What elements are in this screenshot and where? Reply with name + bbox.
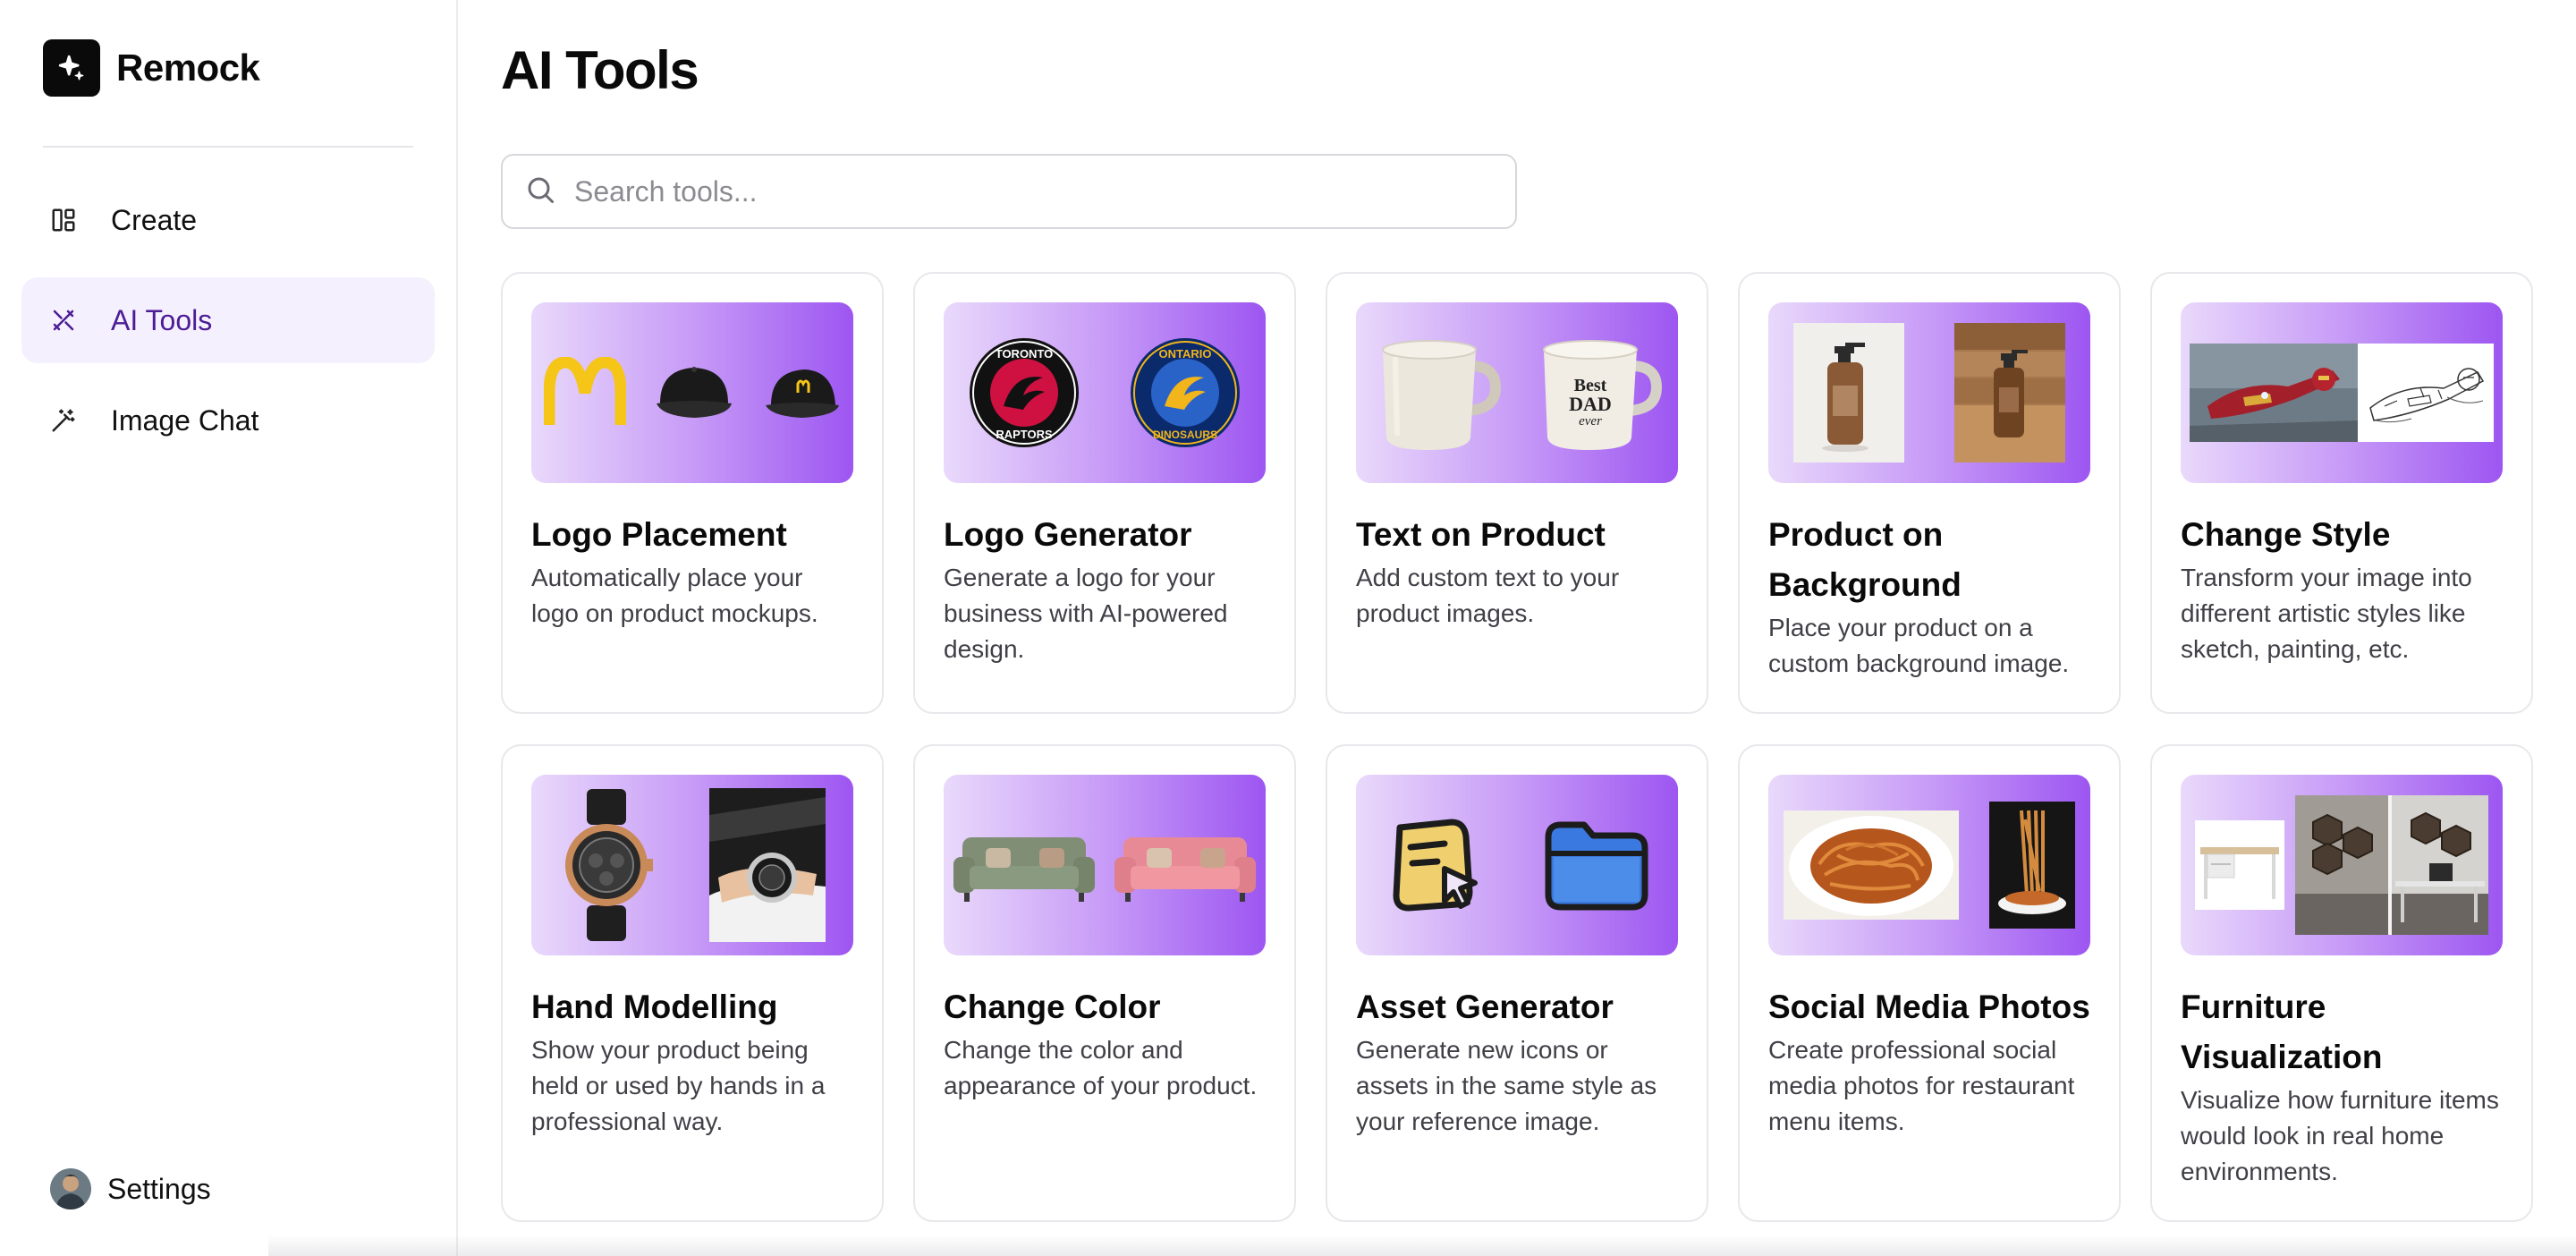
bottom-scroll-shadow — [268, 1235, 2576, 1256]
pink-sofa-image — [1114, 837, 1256, 902]
raptors-logo-icon: TORONTO RAPTORS — [970, 338, 1079, 447]
soap-bottle-white-bg-image — [1793, 323, 1904, 463]
brand-name: Remock — [116, 47, 260, 89]
sidebar-divider — [43, 146, 413, 148]
iron-man-sketch-image — [2358, 344, 2494, 442]
magic-wand-icon — [48, 405, 79, 436]
black-cap-icon — [657, 367, 732, 418]
tools-grid: Logo Placement Automatically place your … — [501, 272, 2533, 1222]
tool-thumbnail: Best DAD ever — [1356, 302, 1678, 483]
folder-icon — [1545, 821, 1648, 911]
tool-card-change-color[interactable]: Change Color Change the color and appear… — [913, 744, 1296, 1222]
mug-text-line3: ever — [1579, 414, 1602, 429]
settings-label: Settings — [107, 1172, 211, 1205]
iron-man-photo-image — [2190, 344, 2358, 442]
tools-icon — [48, 305, 79, 335]
search-box[interactable] — [501, 154, 1517, 229]
brand[interactable]: Remock — [43, 39, 260, 97]
tool-thumbnail — [2181, 775, 2503, 955]
sidebar-item-label: Create — [111, 203, 198, 236]
black-cap-logo-icon — [766, 369, 839, 418]
tool-description: Generate new icons or assets in the same… — [1356, 1036, 1657, 1135]
avatar — [50, 1168, 91, 1209]
layout-icon — [48, 205, 79, 235]
tool-card-logo-generator[interactable]: TORONTO RAPTORS ONTARIO DINOSAURS Logo G… — [913, 272, 1296, 714]
sidebar-nav: Create AI Tools Image Chat — [21, 177, 435, 478]
sidebar-item-ai-tools[interactable]: AI Tools — [21, 277, 435, 363]
tool-title: Asset Generator — [1356, 989, 1614, 1025]
dinosaurs-logo-icon: ONTARIO DINOSAURS — [1131, 338, 1240, 447]
tool-description: Add custom text to your product images. — [1356, 564, 1620, 627]
tool-thumbnail: TORONTO RAPTORS ONTARIO DINOSAURS — [944, 302, 1266, 483]
tool-title: Hand Modelling — [531, 989, 778, 1025]
search-icon — [524, 174, 556, 210]
tool-title: Product on Background — [1768, 516, 1962, 603]
soap-bottle-wood-bg-image — [1954, 323, 2065, 463]
tool-description: Create professional social media photos … — [1768, 1036, 2075, 1135]
tool-thumbnail — [944, 775, 1266, 955]
desk-product-image — [2195, 820, 2284, 910]
watch-on-wrist-image — [708, 788, 826, 942]
tool-description: Visualize how furniture items would look… — [2181, 1086, 2499, 1185]
tool-thumbnail — [2181, 302, 2503, 483]
dinosaurs-top-text: ONTARIO — [1159, 347, 1212, 361]
tool-description: Place your product on a custom backgroun… — [1768, 614, 2070, 677]
tool-title: Change Color — [944, 989, 1161, 1025]
sidebar-item-create[interactable]: Create — [21, 177, 435, 263]
tool-card-change-style[interactable]: Change Style Transform your image into d… — [2150, 272, 2533, 714]
tool-thumbnail — [1356, 775, 1678, 955]
green-sofa-image — [953, 837, 1095, 902]
tool-description: Automatically place your logo on product… — [531, 564, 818, 627]
tool-card-furniture-visualization[interactable]: Furniture Visualization Visualize how fu… — [2150, 744, 2533, 1222]
best-dad-mug-icon: Best DAD ever — [1543, 340, 1663, 450]
tool-card-social-media-photos[interactable]: Social Media Photos Create professional … — [1738, 744, 2121, 1222]
pasta-plate-image — [1784, 810, 1959, 920]
tool-title: Furniture Visualization — [2181, 989, 2383, 1075]
luxury-watch-image — [564, 789, 653, 941]
raptors-top-text: TORONTO — [996, 347, 1054, 361]
sidebar-item-label: Image Chat — [111, 403, 259, 437]
plain-mug-icon — [1382, 340, 1502, 450]
page-title: AI Tools — [501, 40, 699, 100]
search-input[interactable] — [574, 174, 1469, 208]
tool-description: Change the color and appearance of your … — [944, 1036, 1258, 1099]
tool-card-asset-generator[interactable]: Asset Generator Generate new icons or as… — [1326, 744, 1708, 1222]
tool-description: Transform your image into different arti… — [2181, 564, 2472, 663]
sidebar: Remock Create AI Tools Image Chat Settin… — [0, 0, 458, 1256]
tool-card-logo-placement[interactable]: Logo Placement Automatically place your … — [501, 272, 884, 714]
tool-description: Show your product being held or used by … — [531, 1036, 826, 1135]
tool-thumbnail — [531, 775, 853, 955]
tool-card-hand-modelling[interactable]: Hand Modelling Show your product being h… — [501, 744, 884, 1222]
sidebar-item-image-chat[interactable]: Image Chat — [21, 378, 435, 463]
mug-text-line2: DAD — [1569, 393, 1612, 415]
tool-description: Generate a logo for your business with A… — [944, 564, 1228, 663]
dinosaurs-bottom-text: DINOSAURS — [1153, 429, 1217, 441]
tool-thumbnail — [1768, 775, 2090, 955]
tool-title: Change Style — [2181, 516, 2391, 553]
sidebar-item-label: AI Tools — [111, 303, 213, 336]
settings-button[interactable]: Settings — [50, 1168, 211, 1209]
main-content: AI Tools Search tools... Logo Placement … — [460, 0, 2576, 1256]
sparkle-logo-icon — [43, 39, 100, 97]
tool-card-product-on-background[interactable]: Product on Background Place your product… — [1738, 272, 2121, 714]
tool-title: Text on Product — [1356, 516, 1606, 553]
tool-thumbnail — [531, 302, 853, 483]
note-cursor-icon — [1393, 819, 1478, 912]
tool-title: Logo Generator — [944, 516, 1192, 553]
tool-thumbnail — [1768, 302, 2090, 483]
tool-title: Social Media Photos — [1768, 989, 2090, 1025]
noodles-lift-image — [1989, 802, 2075, 929]
room-interior-image — [2295, 795, 2488, 935]
raptors-bottom-text: RAPTORS — [996, 428, 1053, 441]
mcdonalds-logo-icon — [544, 357, 626, 425]
tool-card-text-on-product[interactable]: Best DAD ever Text on Product Add custom… — [1326, 272, 1708, 714]
tool-title: Logo Placement — [531, 516, 787, 553]
